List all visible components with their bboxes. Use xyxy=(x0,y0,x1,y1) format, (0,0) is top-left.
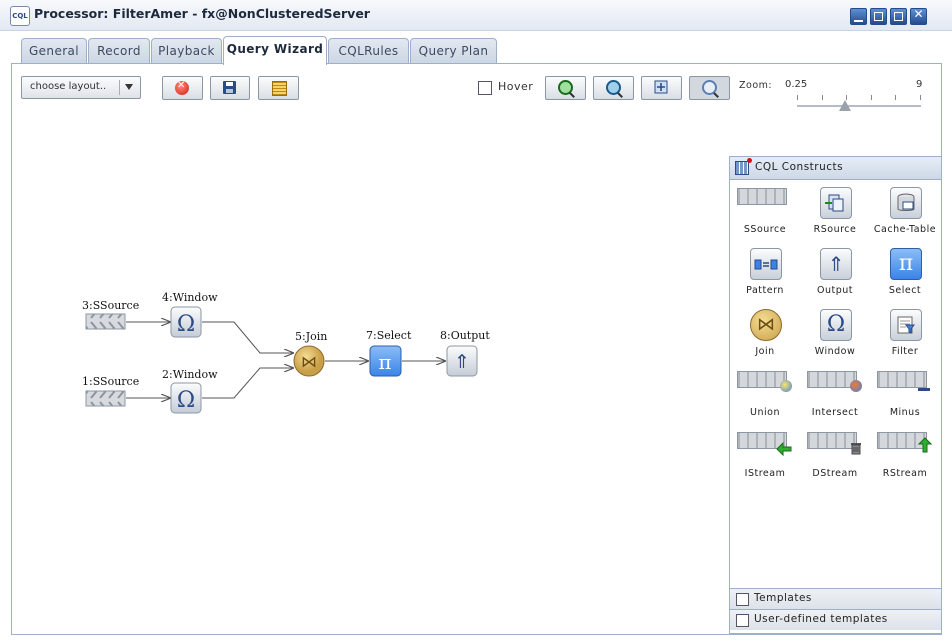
zoom-slider-thumb[interactable] xyxy=(839,100,851,111)
union-icon xyxy=(780,380,792,392)
construct-select[interactable]: π Select xyxy=(870,245,940,306)
templates-section[interactable]: Templates xyxy=(730,588,941,609)
folder-icon xyxy=(736,593,749,606)
maximize-button[interactable] xyxy=(890,8,907,25)
node-label: 8:Output xyxy=(440,329,490,342)
zoom-slider-track[interactable] xyxy=(797,105,921,108)
join-icon: ⋈ xyxy=(301,352,317,371)
construct-istream[interactable]: IStream xyxy=(730,428,800,489)
cql-constructs-header[interactable]: CQL Constructs xyxy=(730,157,941,180)
construct-output[interactable]: ⇑ Output xyxy=(800,245,870,306)
construct-filter[interactable]: Filter xyxy=(870,306,940,367)
construct-cache-table[interactable]: Cache-Table xyxy=(870,184,940,245)
zoom-label: Zoom: xyxy=(739,80,773,91)
relation-source-icon xyxy=(820,187,852,219)
minimize-button[interactable] xyxy=(850,8,867,25)
node-5-join[interactable]: ⋈ xyxy=(293,345,325,377)
zoom-max-label: 9 xyxy=(916,79,923,90)
cql-constructs-panel: CQL Constructs SSource RSource Cache-Tab… xyxy=(729,156,942,634)
close-window-button[interactable]: ✕ xyxy=(910,7,927,25)
cql-constructs-title: CQL Constructs xyxy=(755,161,844,173)
pattern-icon xyxy=(750,248,782,280)
output-icon: ⇑ xyxy=(820,248,852,280)
restore-button[interactable] xyxy=(870,8,887,25)
node-7-select[interactable]: π xyxy=(369,345,402,377)
node-8-output[interactable]: ⇑ xyxy=(446,345,478,377)
construct-join[interactable]: ⋈ Join xyxy=(730,306,800,367)
construct-ssource[interactable]: SSource xyxy=(730,184,800,245)
dstream-icon xyxy=(851,443,861,455)
tab-query-wizard[interactable]: Query Wizard xyxy=(223,36,327,65)
palette-icon xyxy=(735,158,752,175)
node-label: 4:Window xyxy=(162,291,218,304)
stream-icon xyxy=(737,188,787,205)
window-icon: Ω xyxy=(177,388,195,413)
join-icon: ⋈ xyxy=(750,309,782,341)
select-icon: π xyxy=(890,248,922,280)
construct-dstream[interactable]: DStream xyxy=(800,428,870,489)
node-label: 3:SSource xyxy=(82,299,140,312)
construct-intersect[interactable]: Intersect xyxy=(800,367,870,428)
construct-union[interactable]: Union xyxy=(730,367,800,428)
user-defined-templates-section[interactable]: User-defined templates xyxy=(730,609,941,630)
minus-icon xyxy=(918,388,930,391)
node-4-window[interactable]: Ω xyxy=(170,306,202,338)
edge-n4-n5 xyxy=(202,321,293,353)
node-1-ssource[interactable] xyxy=(85,390,126,407)
node-label: 7:Select xyxy=(366,329,412,342)
cache-table-icon xyxy=(890,187,922,219)
istream-icon xyxy=(776,442,792,456)
construct-pattern[interactable]: Pattern xyxy=(730,245,800,306)
query-diagram-canvas: Ω Ω ⋈ π ⇑ xyxy=(85,306,478,414)
window-icon: Ω xyxy=(820,309,852,341)
stream-icon xyxy=(877,371,927,388)
output-icon: ⇑ xyxy=(454,351,470,373)
construct-window[interactable]: Ω Window xyxy=(800,306,870,367)
node-2-window[interactable]: Ω xyxy=(170,382,202,414)
construct-rsource[interactable]: RSource xyxy=(800,184,870,245)
construct-rstream[interactable]: RStream xyxy=(870,428,940,489)
window-icon: Ω xyxy=(177,312,195,337)
node-3-ssource[interactable] xyxy=(85,313,126,330)
rstream-icon xyxy=(918,437,932,453)
select-icon: π xyxy=(378,350,391,374)
filter-icon xyxy=(890,309,922,341)
node-label: 2:Window xyxy=(162,368,218,381)
node-label: 1:SSource xyxy=(82,375,140,388)
construct-minus[interactable]: Minus xyxy=(870,367,940,428)
close-icon: ✕ xyxy=(913,7,924,21)
folder-icon xyxy=(736,614,749,627)
zoom-min-label: 0.25 xyxy=(785,79,808,90)
intersect-icon xyxy=(850,380,862,392)
node-label: 5:Join xyxy=(295,330,328,343)
